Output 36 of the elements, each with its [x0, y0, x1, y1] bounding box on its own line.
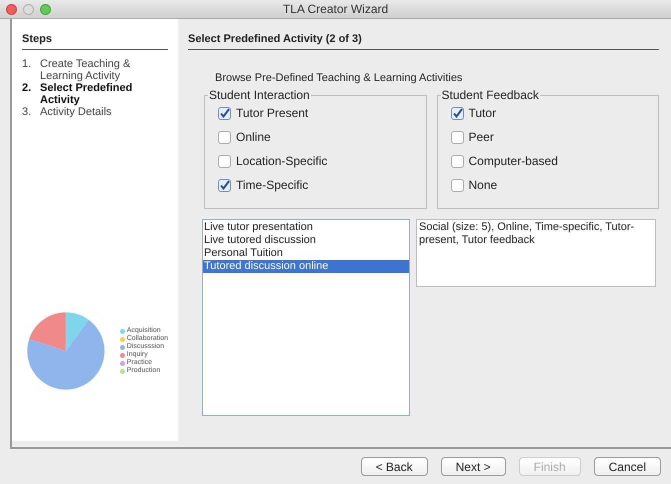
activity-item[interactable]: Live tutor presentation — [203, 221, 409, 234]
step-item: 2. Select Predefined Activity — [22, 82, 134, 106]
checkbox[interactable] — [450, 178, 464, 192]
checkbox-label: Tutor — [468, 105, 496, 122]
activity-item[interactable]: Tutored discussion online — [203, 260, 409, 273]
group-title: Student Interaction — [208, 88, 311, 102]
activity-item[interactable]: Live tutored discussion — [203, 234, 409, 247]
checkbox[interactable] — [450, 154, 464, 168]
window-title: TLA Creator Wizard — [282, 1, 390, 18]
close-icon[interactable] — [6, 4, 17, 14]
checkbox[interactable] — [218, 106, 231, 120]
step-item: 1. Create Teaching & Learning Activity — [22, 58, 132, 82]
checkbox-label: Computer-based — [468, 153, 558, 170]
wizard-button[interactable]: Next > — [440, 457, 506, 476]
minimize-icon[interactable] — [23, 4, 34, 14]
checkbox-label: Online — [236, 129, 271, 146]
checkbox[interactable] — [218, 154, 231, 168]
checkbox-label: Peer — [468, 129, 494, 146]
checkbox-label: Location-Specific — [236, 153, 328, 170]
checkbox[interactable] — [218, 178, 231, 192]
checkbox-label: Tutor Present — [236, 105, 308, 122]
step-item: 3. Activity Details — [22, 106, 113, 118]
steps-title: Steps — [22, 31, 168, 50]
wizard-button[interactable]: < Back — [360, 457, 428, 476]
group-title: Student Feedback — [440, 88, 540, 102]
wizard-button[interactable]: Cancel — [594, 457, 661, 476]
zoom-icon[interactable] — [40, 4, 51, 14]
activity-item[interactable]: Personal Tuition — [203, 247, 409, 260]
page-subtitle: Browse Pre-Defined Teaching & Learning Activities — [215, 70, 464, 86]
page-title: Select Predefined Activity (2 of 3) — [188, 31, 659, 50]
checkbox[interactable] — [450, 130, 464, 144]
checkbox-label: None — [468, 177, 498, 194]
checkbox[interactable] — [450, 106, 464, 120]
description-text: Social (size: 5), Online, Time-specific, Tutor-present, Tutor feedback — [419, 221, 634, 246]
checkbox[interactable] — [218, 130, 231, 144]
checkbox-label: Time-Specific — [236, 177, 308, 194]
